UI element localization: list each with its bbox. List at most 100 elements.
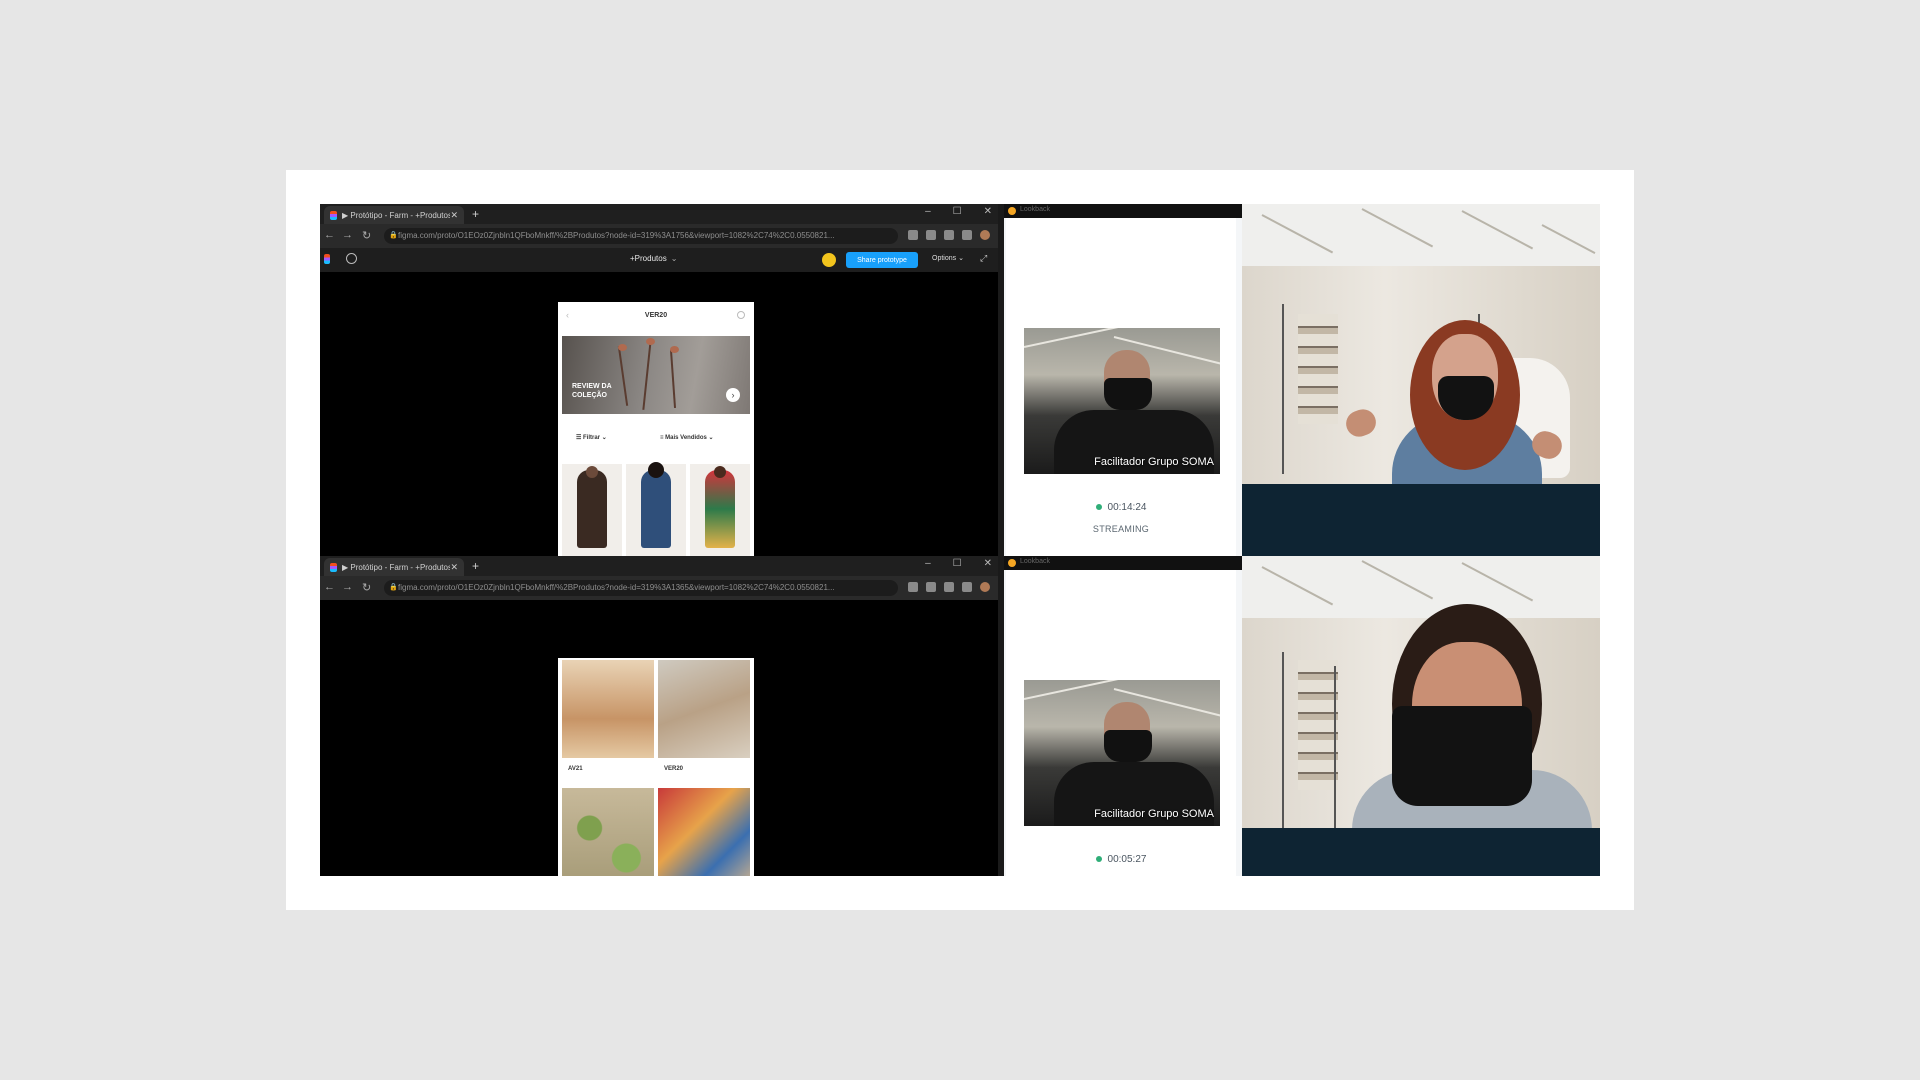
participant-name-bar: [1242, 828, 1600, 876]
minimize-icon[interactable]: –: [925, 558, 931, 569]
collection-label-av21: AV21: [568, 766, 583, 772]
puzzle-icon[interactable]: [962, 582, 972, 592]
address-bar: ← → ↻ 🔒 figma.com/proto/O1EOz0Zjnbln1QFb…: [320, 224, 998, 248]
back-icon[interactable]: ←: [324, 581, 335, 593]
options-menu[interactable]: Options ⌄: [932, 254, 964, 262]
product-card[interactable]: [626, 462, 686, 556]
lookback-titlebar: Lookback: [1004, 556, 1242, 570]
options-label: Options: [932, 255, 957, 262]
collection-tile[interactable]: [658, 788, 750, 876]
extension-icon[interactable]: [926, 582, 936, 592]
extension-icon[interactable]: [944, 582, 954, 592]
close-window-icon[interactable]: ✕: [984, 558, 992, 569]
extension-icon[interactable]: [926, 230, 936, 240]
facilitator-caption: Facilitador Grupo SOMA: [1094, 808, 1214, 820]
page-selector[interactable]: +Produtos ⌄: [630, 254, 677, 263]
figma-logo-icon[interactable]: [324, 254, 330, 264]
profile-avatar[interactable]: [980, 582, 990, 592]
url-text: figma.com/proto/O1EOz0Zjnbln1QFboMnkff/%…: [398, 231, 835, 240]
lookback-body: Facilitador Grupo SOMA 00:05:27 STREAMIN…: [1006, 570, 1236, 876]
maximize-icon[interactable]: ☐: [953, 206, 962, 217]
product-card[interactable]: [690, 464, 750, 556]
reload-icon[interactable]: ↻: [362, 581, 371, 594]
star-icon[interactable]: [908, 582, 918, 592]
fullscreen-icon[interactable]: ⤢: [980, 253, 987, 264]
lookback-logo-icon: [1008, 559, 1016, 567]
lookback-window: Lookback Facilitador Grupo SOMA 00:05:27…: [998, 556, 1242, 876]
extension-icons: [908, 582, 990, 592]
browser-window: ▶ Protótipo - Farm - +Produtos ✕ + – ☐ ✕…: [320, 204, 998, 556]
filter-bar: ☰ Filtrar ⌄ ≡ Mais Vendidos ⌄: [558, 434, 754, 448]
close-tab-icon[interactable]: ✕: [450, 210, 458, 221]
banner-line-1: REVIEW DA: [572, 383, 612, 390]
figma-toolbar: +Produtos ⌄ Share prototype Options ⌄ ⤢: [320, 248, 998, 272]
banner-label: REVIEW DA COLEÇÃO: [572, 382, 612, 400]
reload-icon[interactable]: ↻: [362, 229, 371, 242]
lookback-window: Lookback Facilitador Grupo SOMA 00:14:24…: [998, 204, 1242, 556]
extension-icon[interactable]: [944, 230, 954, 240]
banner-line-2: COLEÇÃO: [572, 392, 607, 399]
forward-icon[interactable]: →: [342, 229, 353, 241]
arrow-right-icon[interactable]: ›: [726, 388, 740, 402]
sort-label: Mais Vendidos: [665, 435, 707, 441]
puzzle-icon[interactable]: [962, 230, 972, 240]
prototype-frame[interactable]: ‹ VER20 REVIEW DA COLEÇÃO › ☰ Filtrar ⌄: [558, 302, 754, 556]
collection-banner[interactable]: REVIEW DA COLEÇÃO ›: [562, 336, 750, 414]
maximize-icon[interactable]: ☐: [953, 558, 962, 569]
close-window-icon[interactable]: ✕: [984, 206, 992, 217]
figma-favicon-icon: [330, 562, 337, 572]
tab-title: ▶ Protótipo - Farm - +Produtos: [342, 562, 451, 572]
search-icon[interactable]: [737, 311, 745, 319]
lookback-app-name: Lookback: [1020, 206, 1050, 213]
session-2: ▶ Protótipo - Farm - +Produtos ✕ + – ☐ ✕…: [320, 556, 1600, 876]
back-icon[interactable]: ←: [324, 229, 335, 241]
forward-icon[interactable]: →: [342, 581, 353, 593]
tab-bar: ▶ Protótipo - Farm - +Produtos ✕ + – ☐ ✕: [320, 556, 998, 576]
facilitator-caption: Facilitador Grupo SOMA: [1094, 456, 1214, 468]
product-grid: [562, 462, 750, 556]
sort-button[interactable]: ≡ Mais Vendidos ⌄: [660, 434, 714, 441]
collection-label-ver20: VER20: [664, 766, 684, 772]
address-bar: ← → ↻ 🔒 figma.com/proto/O1EOz0Zjnbln1QFb…: [320, 576, 998, 600]
minimize-icon[interactable]: –: [925, 206, 931, 217]
browser-window: ▶ Protótipo - Farm - +Produtos ✕ + – ☐ ✕…: [320, 556, 998, 876]
participant-camera: [1242, 204, 1600, 556]
profile-avatar[interactable]: [980, 230, 990, 240]
session-1: ▶ Protótipo - Farm - +Produtos ✕ + – ☐ ✕…: [320, 204, 1600, 556]
page-name: +Produtos: [630, 254, 667, 263]
url-text: figma.com/proto/O1EOz0Zjnbln1QFboMnkff/%…: [398, 583, 835, 592]
participant-camera: [1242, 556, 1600, 876]
url-field[interactable]: 🔒 figma.com/proto/O1EOz0Zjnbln1QFboMnkff…: [384, 580, 898, 596]
recording-grid: ▶ Protótipo - Farm - +Produtos ✕ + – ☐ ✕…: [320, 204, 1600, 876]
url-field[interactable]: 🔒 figma.com/proto/O1EOz0Zjnbln1QFboMnkff…: [384, 228, 898, 244]
timer-value: 00:05:27: [1107, 854, 1147, 865]
filter-button[interactable]: ☰ Filtrar ⌄: [576, 434, 607, 441]
collection-tile[interactable]: [562, 788, 654, 876]
figma-favicon-icon: [330, 210, 337, 220]
window-controls: – ☐ ✕: [925, 558, 992, 569]
new-tab-icon[interactable]: +: [472, 207, 479, 221]
new-tab-icon[interactable]: +: [472, 559, 479, 573]
session-timer: 00:14:24: [1006, 502, 1236, 513]
collection-tile-av21[interactable]: [562, 660, 654, 758]
product-card[interactable]: [562, 464, 622, 556]
collection-grid: AV21 VER20: [562, 660, 750, 876]
window-controls: – ☐ ✕: [925, 206, 992, 217]
lock-icon: 🔒: [389, 584, 398, 591]
browser-tab[interactable]: ▶ Protótipo - Farm - +Produtos ✕: [324, 206, 464, 224]
browser-tab[interactable]: ▶ Protótipo - Farm - +Produtos ✕: [324, 558, 464, 576]
prototype-header: ‹ VER20: [558, 302, 754, 332]
lookback-app-name: Lookback: [1020, 558, 1050, 565]
prototype-frame[interactable]: AV21 VER20: [558, 658, 754, 876]
collection-tile-ver20[interactable]: [658, 660, 750, 758]
streaming-status: STREAMING: [1092, 524, 1150, 534]
tab-bar: ▶ Protótipo - Farm - +Produtos ✕ + – ☐ ✕: [320, 204, 998, 224]
prototype-title: VER20: [644, 312, 668, 319]
recording-dot-icon: [1095, 856, 1102, 863]
user-avatar: [822, 253, 836, 267]
star-icon[interactable]: [908, 230, 918, 240]
recording-dot-icon: [1095, 504, 1102, 511]
close-tab-icon[interactable]: ✕: [450, 562, 458, 573]
comment-icon[interactable]: [346, 253, 357, 264]
share-prototype-button[interactable]: Share prototype: [846, 252, 918, 268]
